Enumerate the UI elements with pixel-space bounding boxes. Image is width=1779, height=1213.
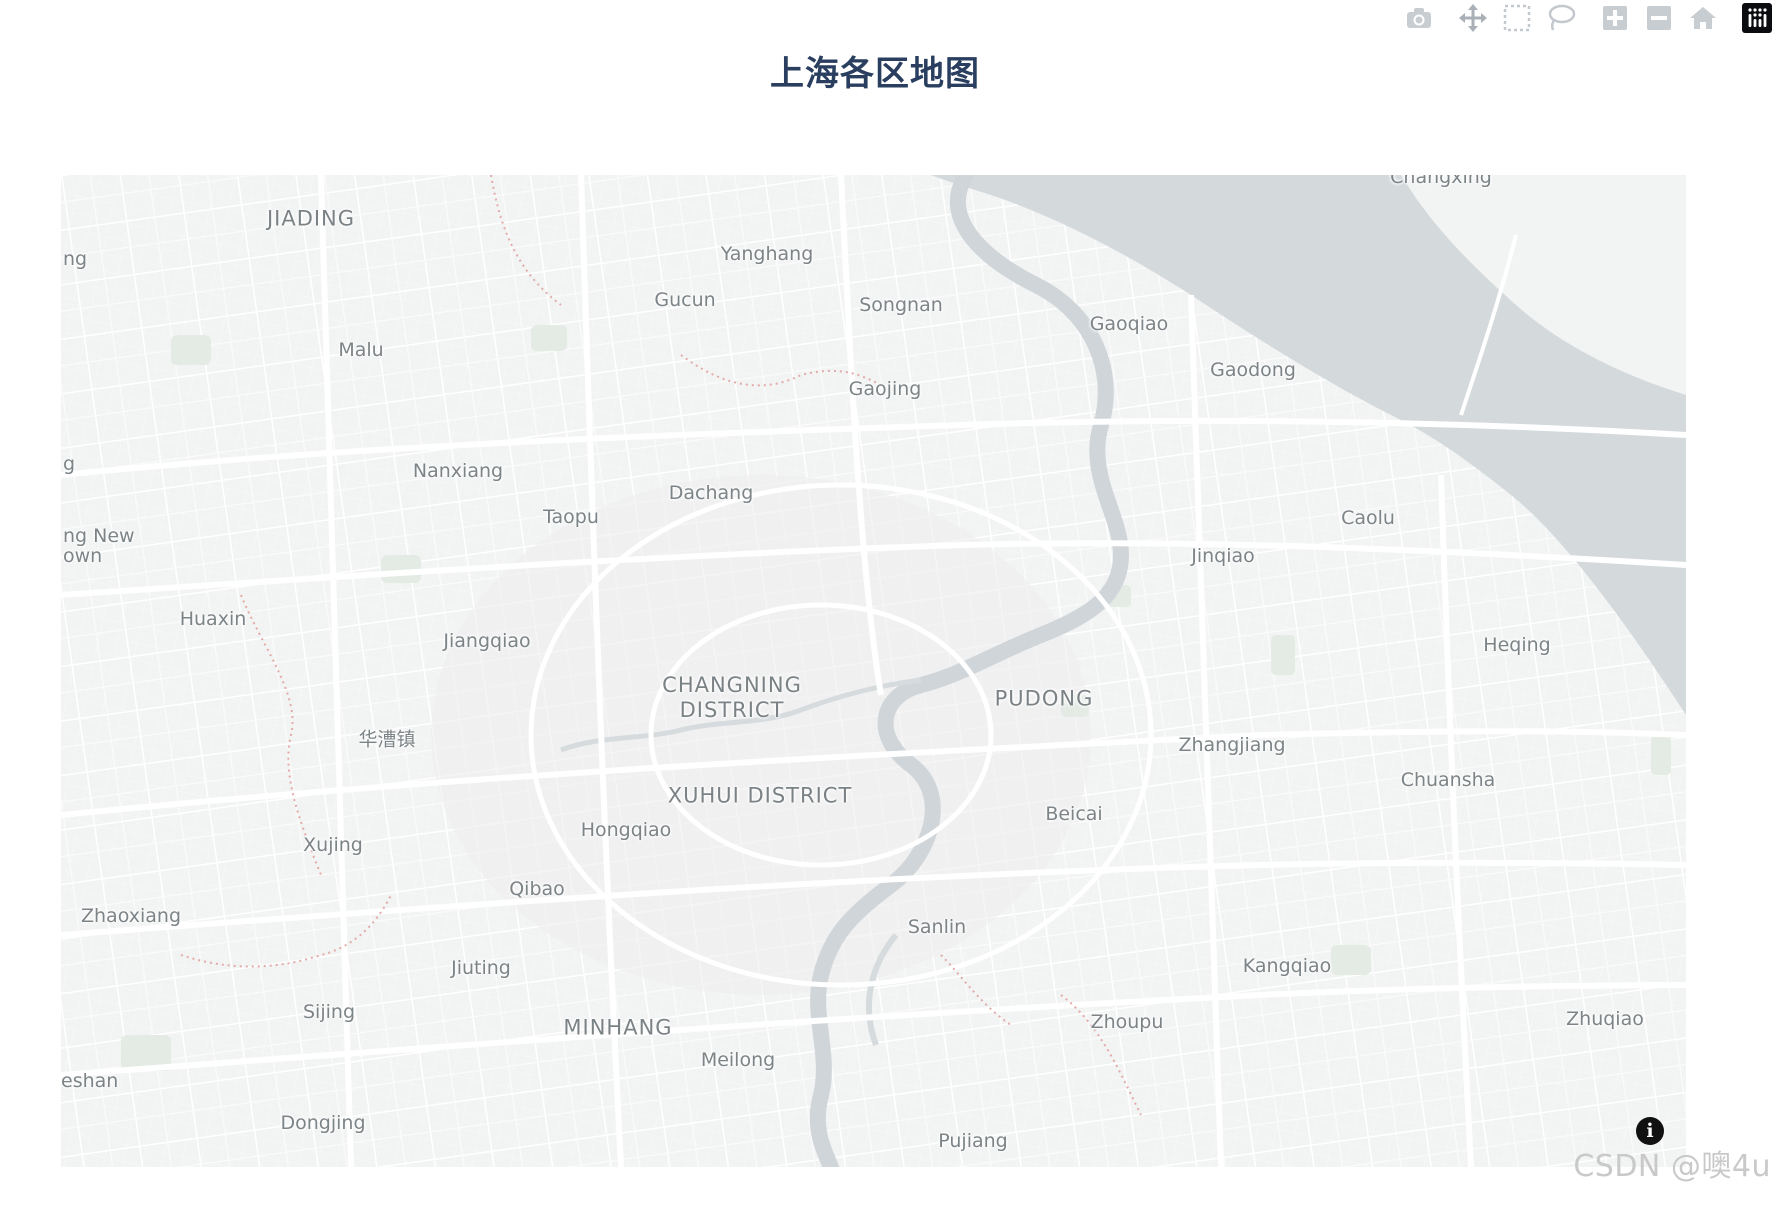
map-label-own: own [63,545,103,567]
map-label-chuansha: Chuansha [1400,769,1496,791]
map-label-jiading: JIADING [266,206,356,231]
map-label-caolu: Caolu [1341,507,1395,529]
map-label-taopu: Taopu [543,506,599,528]
map-label-minhang: MINHANG [563,1015,673,1040]
map-label-zhangjiang: Zhangjiang [1178,734,1286,756]
camera-icon[interactable] [1397,0,1441,36]
map-label-changning: CHANGNING DISTRICT [662,673,802,723]
map-label-yanghang: Yanghang [720,243,814,265]
map-label-malu: Malu [338,339,384,361]
map-label-jinqiao: Jinqiao [1191,545,1255,567]
map-label-meilong: Meilong [700,1049,776,1071]
map-label-beicai: Beicai [1045,803,1103,825]
map-label-kangqiao: Kangqiao [1242,955,1332,977]
map-label-huacaozhen: 华漕镇 [358,728,416,751]
map-label-xuhui: XUHUI DISTRICT [667,783,853,808]
chart-title: 上海各区地图 [770,54,980,94]
map-label-dongjing: Dongjing [280,1112,366,1134]
map-label-sanlin: Sanlin [907,916,967,938]
map-label-pujiang: Pujiang [938,1130,1008,1152]
map-label-dachang: Dachang [668,482,754,504]
map-label-qibao: Qibao [509,878,565,900]
map-label-heqing: Heqing [1483,634,1551,656]
zoom-out-icon[interactable] [1637,0,1681,36]
map-label-xujing: Xujing [303,834,363,856]
map-label-jiangqiao: Jiangqiao [443,630,531,652]
map-label-ng-new: ng New [63,525,135,547]
zoom-in-icon[interactable] [1593,0,1637,36]
map-label-zhaoxiang: Zhaoxiang [80,905,182,927]
map-label-jiuting: Jiuting [451,957,511,979]
map-label-changning-line1: CHANGNING [662,673,802,697]
box-select-icon[interactable] [1495,0,1539,36]
map-label-changning-line2: DISTRICT [679,698,785,722]
pan-icon[interactable] [1451,0,1495,36]
map-label-gaodong: Gaodong [1210,359,1296,381]
map-label-huaxin: Huaxin [179,608,247,630]
map-label-hongqiao: Hongqiao [580,819,672,841]
map-label-gucun: Gucun [654,289,716,311]
map-label-g: g [63,453,76,475]
map-label-zhuqiao: Zhuqiao [1566,1008,1644,1030]
map-label-songnan: Songnan [859,294,943,316]
map-label-pudong: PUDONG [994,686,1094,711]
lasso-select-icon[interactable] [1539,0,1583,36]
watermark: CSDN @噢4u [1573,1149,1771,1184]
map-label-zhoupu: Zhoupu [1090,1011,1164,1033]
map-label-ng: ng [63,248,88,270]
map-label-sijing: Sijing [303,1001,355,1023]
map-label-gaojing: Gaojing [848,378,922,400]
map-label-nanxiang: Nanxiang [412,460,504,482]
map-view[interactable]: JIADING Yanghang Gucun Songnan Gaoqiao G… [61,175,1686,1167]
plotly-logo-icon[interactable] [1735,0,1779,36]
map-label-changxing: Changxing [1390,175,1492,188]
modebar [1397,0,1779,36]
map-label-eshan: eshan [61,1070,119,1092]
reset-view-icon[interactable] [1681,0,1725,36]
map-label-gaoqiao: Gaoqiao [1089,313,1169,335]
